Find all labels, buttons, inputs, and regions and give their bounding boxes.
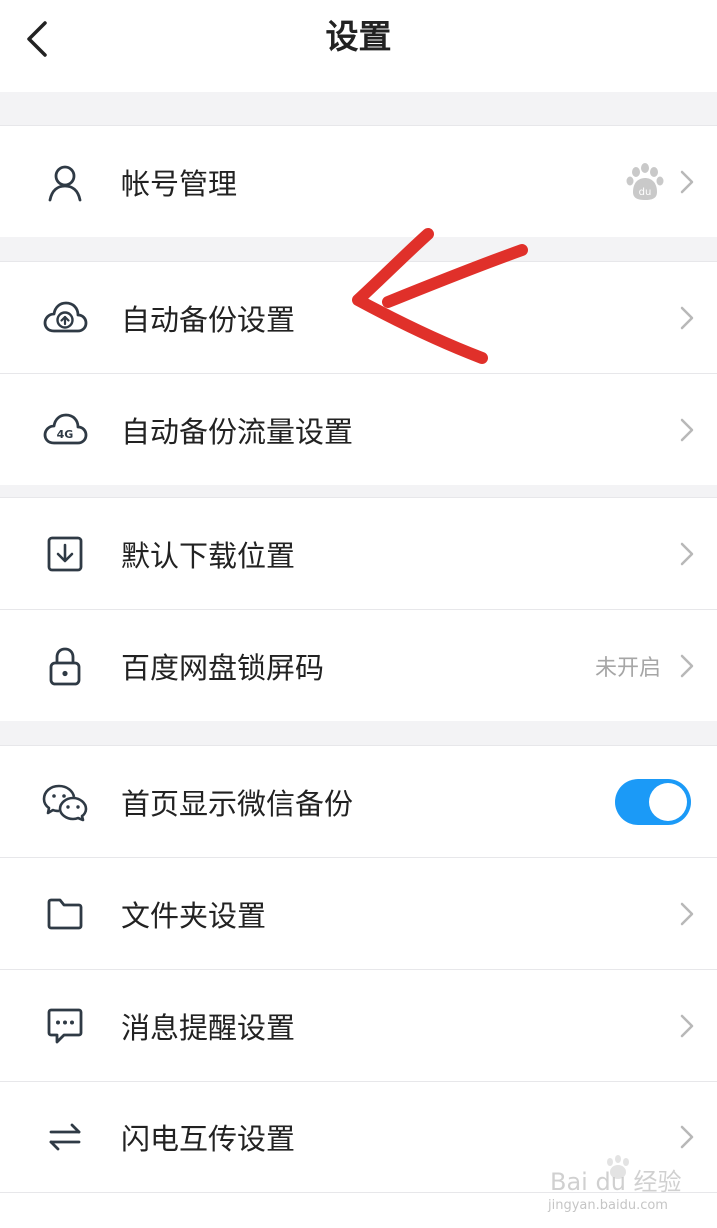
baidu-paw-icon: du — [626, 162, 664, 200]
section-gap — [0, 485, 717, 497]
chevron-right-icon — [680, 418, 694, 441]
settings-row-lock-screen[interactable]: 百度网盘锁屏码 未开启 — [0, 609, 717, 721]
chevron-right-icon — [680, 170, 694, 193]
toggle-knob — [649, 782, 687, 821]
section-gap — [0, 92, 717, 126]
settings-row-account[interactable]: 帐号管理 du — [0, 125, 717, 237]
section-gap — [0, 721, 717, 746]
user-icon — [40, 157, 90, 207]
settings-row-label: 帐号管理 — [121, 166, 238, 201]
folder-icon — [40, 889, 90, 939]
chevron-right-icon — [680, 902, 694, 925]
settings-row-label: 消息提醒设置 — [121, 1010, 296, 1045]
settings-row-wechat-backup: 首页显示微信备份 — [0, 745, 717, 857]
chevron-right-icon — [680, 306, 694, 329]
settings-row-label: 自动备份设置 — [121, 302, 296, 337]
lock-icon — [40, 641, 90, 691]
app-header: 设置 — [0, 0, 717, 92]
chevron-right-icon — [680, 654, 694, 677]
swap-arrows-icon — [40, 1112, 90, 1162]
settings-row-label: 首页显示微信备份 — [121, 786, 354, 821]
cloud-upload-icon — [40, 293, 90, 343]
settings-row-label: 闪电互传设置 — [121, 1122, 296, 1156]
watermark-url: jingyan.baidu.com — [548, 1198, 668, 1213]
chevron-right-icon — [680, 1014, 694, 1037]
status-value: 未开启 — [594, 655, 661, 681]
message-icon — [40, 1001, 90, 1051]
settings-row-auto-backup-traffic[interactable]: 4G 自动备份流量设置 — [0, 373, 717, 485]
cloud-badge-text: 4G — [57, 428, 74, 441]
settings-row-folder[interactable]: 文件夹设置 — [0, 857, 717, 969]
settings-row-label: 自动备份流量设置 — [121, 414, 354, 449]
page-title: 设置 — [325, 17, 392, 56]
section-gap — [0, 237, 717, 262]
settings-row-label: 默认下载位置 — [121, 538, 296, 573]
settings-row-label: 文件夹设置 — [121, 898, 267, 933]
baidu-badge-text: du — [639, 187, 652, 198]
wechat-icon — [40, 777, 90, 827]
wechat-backup-toggle[interactable] — [615, 778, 691, 825]
download-box-icon — [40, 529, 90, 579]
settings-row-download-location[interactable]: 默认下载位置 — [0, 497, 717, 609]
cloud-4g-icon: 4G — [40, 405, 90, 455]
settings-row-label: 百度网盘锁屏码 — [121, 650, 325, 685]
settings-row-auto-backup[interactable]: 自动备份设置 — [0, 261, 717, 373]
settings-row-notification[interactable]: 消息提醒设置 — [0, 969, 717, 1081]
chevron-right-icon — [680, 542, 694, 565]
